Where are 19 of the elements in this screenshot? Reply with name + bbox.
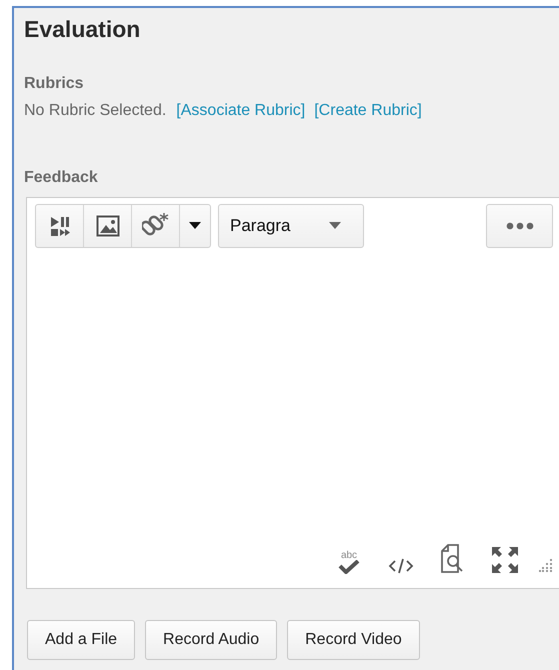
code-icon: [388, 558, 414, 574]
section-heading: Feedback: [24, 169, 99, 187]
ellipsis-icon: [506, 222, 534, 230]
action-button[interactable]: Add a File: [27, 620, 136, 660]
fullscreen-icon: [491, 546, 519, 574]
caret-icon: [329, 222, 341, 230]
play-pause-icon: [48, 215, 70, 237]
caret-icon: [189, 222, 201, 230]
checkmark-icon: [338, 560, 360, 574]
rubric-status: No Rubric Selected.: [24, 102, 166, 120]
resize-handle-icon[interactable]: [539, 558, 553, 572]
spellcheck-button[interactable]: abc: [323, 551, 375, 574]
section-heading: Rubrics: [24, 75, 85, 93]
action-button[interactable]: Record Video: [287, 620, 420, 660]
image-icon: [96, 215, 120, 237]
format-dropdown[interactable]: Paragra: [218, 204, 364, 248]
panel-title: Evaluation: [24, 16, 142, 44]
more-button[interactable]: [486, 204, 553, 248]
action-button[interactable]: Record Audio: [145, 620, 278, 660]
